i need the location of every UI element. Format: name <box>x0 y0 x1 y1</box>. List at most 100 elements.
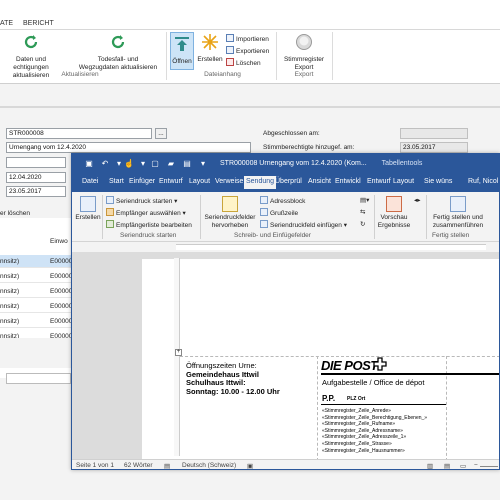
loeschen-label[interactable]: er löschen <box>0 210 30 217</box>
seriendruckfeld-einfuegen-button[interactable]: Seriendruckfeld einfügen ▾ <box>260 220 347 229</box>
word-ribbon: Erstellen Seriendruck starten ▾ Empfänge… <box>72 192 499 242</box>
read-mode-icon[interactable]: ▥ <box>427 462 433 469</box>
word-tab[interactable]: Ansicht <box>308 178 331 185</box>
erstellen-button[interactable]: Erstellen <box>196 33 224 64</box>
table-row[interactable]: nnsitz) E00000 <box>0 285 75 298</box>
merge-field[interactable]: «Stimmregister_Zeile_Adresszeile_1» <box>322 434 406 440</box>
row-id-cell: E00000 <box>50 303 73 310</box>
word-tab[interactable]: Verweise <box>215 178 243 185</box>
table-row[interactable]: nnsitz) E00000 <box>0 255 75 268</box>
ruler-scale <box>176 244 486 250</box>
print-preview-icon[interactable]: ▤ <box>182 159 192 169</box>
id-field[interactable]: STR000008 <box>6 128 152 139</box>
customize-icon[interactable]: ▾ <box>198 159 208 169</box>
empfaenger-auswaehlen-button[interactable]: Empfänger auswählen ▾ <box>106 208 186 217</box>
exportieren-button[interactable]: Exportieren <box>226 46 269 57</box>
envelope-icon <box>80 196 96 212</box>
word-status-bar: Seite 1 von 1 62 Wörter ▤ Deutsch (Schwe… <box>72 459 499 469</box>
print-layout-icon[interactable]: ▤ <box>444 462 450 469</box>
merge-field[interactable]: «Stimmregister_Zeile_Berechtigung_Ebenen… <box>322 415 427 421</box>
greeting-icon <box>260 208 268 216</box>
vorschau-ergebnisse-button[interactable]: Vorschau Ergebnisse <box>377 196 411 230</box>
group-label-dateianhang: Dateianhang <box>204 71 241 78</box>
importieren-button[interactable]: Importieren <box>226 34 269 45</box>
new-document-icon[interactable]: ▢ <box>150 159 160 169</box>
word-tab[interactable]: Sie wüns <box>424 178 452 185</box>
word-tab[interactable]: Datei <box>82 178 98 185</box>
group-divider <box>102 195 103 239</box>
seriendruckfelder-hervorheben-button[interactable]: Seriendruckfelder hervorheben <box>203 196 257 230</box>
word-tab[interactable]: Entwickl <box>335 178 361 185</box>
word-tab[interactable]: Entwurf <box>367 178 391 185</box>
navigate-record-icon[interactable]: ◂▸ <box>414 196 421 204</box>
language-indicator[interactable]: Deutsch (Schweiz) <box>182 462 236 469</box>
table-row[interactable]: nnsitz) E00000 <box>0 315 75 328</box>
web-layout-icon[interactable]: ▭ <box>460 462 466 469</box>
word-count[interactable]: 62 Wörter <box>124 462 153 469</box>
macro-icon[interactable]: ▣ <box>247 462 253 469</box>
zoom-out-icon[interactable]: − <box>474 462 478 469</box>
page-count[interactable]: Seite 1 von 1 <box>76 462 114 469</box>
todesfall-aktualisieren-button[interactable]: Todesfall- und Wegzugdaten aktualisieren <box>72 33 164 72</box>
word-tab[interactable]: Layout <box>189 178 210 185</box>
rules-dropdown[interactable]: ▤▾ <box>360 196 369 204</box>
open-folder-icon[interactable]: ▰ <box>166 159 176 169</box>
merge-field[interactable]: «Stimmregister_Zeile_Hausnummer» <box>322 448 405 454</box>
dropdown-icon[interactable]: ▾ <box>114 159 124 169</box>
list-edit-icon <box>106 220 114 228</box>
dropdown-icon[interactable]: ▾ <box>138 159 148 169</box>
proofing-icon[interactable]: ▤ <box>164 462 170 469</box>
touch-mode-icon[interactable]: ☝ <box>124 159 134 169</box>
row-type-cell: nnsitz) <box>0 273 20 280</box>
table-row[interactable]: nnsitz) E00000 <box>0 270 75 283</box>
grusszeile-button[interactable]: Grußzeile <box>260 208 298 217</box>
adressblock-button[interactable]: Adressblock <box>260 196 305 205</box>
oeffnen-button[interactable]: Öffnen <box>170 32 194 70</box>
merge-field[interactable]: «Stimmregister_Zeile_Adressname» <box>322 428 403 434</box>
merge-field[interactable]: «Stimmregister_Zeile_Rufname» <box>322 421 395 427</box>
post-logo-underline <box>321 373 499 375</box>
erstellen-button[interactable]: Erstellen <box>75 196 101 222</box>
description-field[interactable]: Urnengang vom 12.4.2020 <box>6 142 251 153</box>
fertig-stellen-button[interactable]: Fertig stellen und zusammenführen <box>427 196 489 230</box>
merge-field[interactable]: «Stimmregister_Zeile_Anrede» <box>322 408 391 414</box>
merge-field[interactable]: «Stimmregister_Zeile_Strasse» <box>322 441 392 447</box>
word-tab[interactable]: Einfüger <box>129 178 155 185</box>
date-field-1[interactable]: 12.04.2020 <box>6 172 66 183</box>
opening-hours-cell[interactable]: Öffnungszeiten Urne: Gemeindehaus Ittwil… <box>186 361 280 396</box>
refresh-icon <box>111 35 125 49</box>
table-move-handle-icon[interactable]: + <box>175 349 182 356</box>
tab-ate[interactable]: ATE <box>0 20 13 27</box>
word-title-bar: ▣ ↶ ▾ ☝ ▾ ▢ ▰ ▤ ▾ STR000008 Urnengang vo… <box>72 154 499 174</box>
date-field-2[interactable]: 23.05.2017 <box>6 186 66 197</box>
undo-icon[interactable]: ↶ <box>100 159 110 169</box>
plz-ort-text: PLZ Ort <box>347 396 366 402</box>
empty-field[interactable] <box>6 157 66 168</box>
browse-button[interactable]: ... <box>155 128 167 139</box>
word-tab[interactable]: Ruf, Nicol <box>468 178 498 185</box>
vorschau-label-1: Vorschau <box>380 214 408 221</box>
stimmregister-export-button[interactable]: Stimmregister Export <box>280 33 328 72</box>
zoom-slider[interactable] <box>480 466 498 467</box>
word-tab[interactable]: Sendung <box>244 176 277 189</box>
open-arrow-icon <box>175 37 189 51</box>
word-tab[interactable]: Überprül <box>275 178 302 185</box>
empfaengerliste-bearbeiten-button[interactable]: Empfängerliste bearbeiten <box>106 220 192 229</box>
update-labels-icon[interactable]: ↻ <box>360 220 365 228</box>
word-tab[interactable]: Start <box>109 178 124 185</box>
match-fields-icon[interactable]: ⇆ <box>360 208 365 216</box>
tab-bericht[interactable]: BERICHT <box>23 20 54 27</box>
word-tab[interactable]: Layout <box>393 178 414 185</box>
table-row[interactable]: nnsitz) E00000 <box>0 300 75 313</box>
group-label-fertig: Fertig stellen <box>432 232 470 239</box>
group-divider <box>166 32 167 80</box>
daten-label-1: Daten und <box>16 56 46 63</box>
save-icon[interactable]: ▣ <box>84 159 94 169</box>
bottom-field[interactable] <box>6 373 71 384</box>
seriendruck-starten-button[interactable]: Seriendruck starten ▾ <box>106 196 177 205</box>
word-tab[interactable]: Entwurf <box>159 178 183 185</box>
swiss-cross-icon <box>373 357 387 371</box>
group-divider <box>374 195 375 239</box>
loeschen-button[interactable]: Löschen <box>226 58 261 69</box>
group-label-schreib: Schreib- und Einfügefelder <box>234 232 311 239</box>
